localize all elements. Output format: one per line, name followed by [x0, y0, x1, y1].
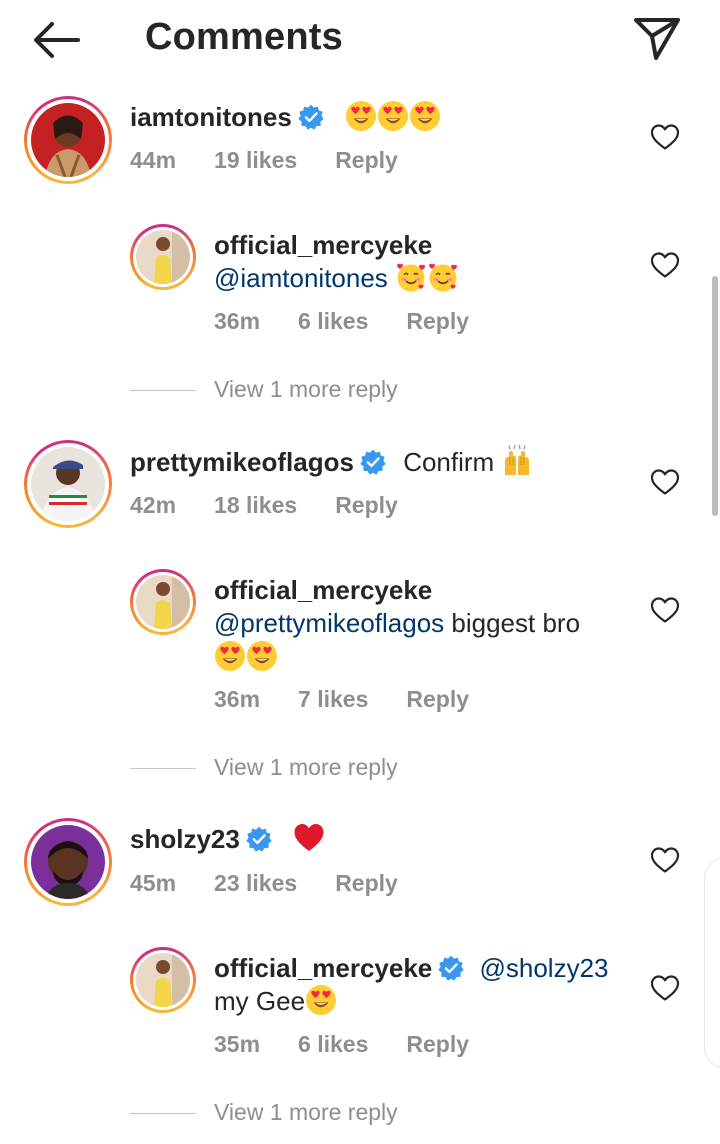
verified-badge-icon	[438, 955, 464, 981]
heart-eyes-emoji	[377, 100, 409, 132]
view-more-label: View 1 more reply	[214, 1099, 398, 1125]
comment-username[interactable]: prettymikeoflagos	[130, 447, 354, 477]
raising-hands-emoji	[501, 445, 533, 477]
comment-body: prettymikeoflagos Confirm	[130, 445, 533, 479]
reply-body: official_mercyeke	[214, 573, 432, 607]
comment-meta: 44m 19 likes Reply	[130, 147, 436, 174]
verified-badge-icon	[298, 104, 324, 130]
scrollbar[interactable]	[712, 276, 718, 516]
reply-time: 35m	[214, 1031, 261, 1057]
like-heart-icon[interactable]	[650, 974, 680, 1002]
avatar[interactable]	[24, 96, 112, 184]
avatar-photo-prettymikeoflagos	[31, 447, 105, 521]
reply-text: @prettymikeoflagos biggest bro	[214, 606, 580, 640]
reply-time: 36m	[214, 686, 261, 712]
reply-body: official_mercyeke	[214, 228, 432, 262]
paper-plane-icon[interactable]	[630, 14, 682, 62]
reply-likes[interactable]: 7 likes	[298, 686, 368, 712]
smiling-face-with-hearts-emoji	[395, 261, 427, 293]
reply-meta: 35m 6 likes Reply	[214, 1031, 507, 1058]
comment-time: 42m	[130, 492, 177, 518]
verified-badge-icon	[360, 449, 386, 475]
avatar[interactable]	[24, 440, 112, 528]
comment-body: sholzy23	[130, 822, 325, 856]
reply-text: @iamtonitones	[214, 261, 459, 295]
comment-time: 44m	[130, 147, 177, 173]
edge-panel-handle[interactable]	[704, 858, 720, 1068]
header-bar: Comments	[0, 0, 720, 80]
heart-eyes-emoji	[305, 984, 337, 1016]
reply-likes[interactable]: 6 likes	[298, 308, 368, 334]
reply-username[interactable]: official_mercyeke	[214, 953, 432, 983]
avatar-photo-sholzy23	[31, 825, 105, 899]
mention-link[interactable]: @iamtonitones	[214, 263, 388, 293]
reply-likes[interactable]: 6 likes	[298, 1031, 368, 1057]
avatar-photo-official-mercyeke	[136, 575, 190, 629]
view-more-label: View 1 more reply	[214, 376, 398, 402]
like-heart-icon[interactable]	[650, 468, 680, 496]
reply-button[interactable]: Reply	[335, 492, 398, 518]
reply-message: biggest bro	[451, 608, 581, 638]
reply-button[interactable]: Reply	[406, 1031, 469, 1057]
reply-emojis	[214, 640, 278, 674]
divider-line	[130, 1113, 196, 1115]
reply-meta: 36m 7 likes Reply	[214, 686, 507, 713]
mention-link[interactable]: @sholzy23	[479, 953, 608, 983]
reply-button[interactable]: Reply	[406, 308, 469, 334]
comment-username[interactable]: sholzy23	[130, 824, 240, 854]
reply-text: my Gee	[214, 984, 337, 1018]
view-more-replies[interactable]: View 1 more reply	[130, 376, 398, 403]
heart-eyes-emoji	[246, 640, 278, 672]
heart-eyes-emoji	[214, 640, 246, 672]
avatar-photo-iamtonitones	[31, 103, 105, 177]
heart-eyes-emoji	[345, 100, 377, 132]
smiling-face-with-hearts-emoji	[427, 261, 459, 293]
comment-likes[interactable]: 23 likes	[214, 870, 297, 896]
comment-text: Confirm	[403, 447, 495, 477]
like-heart-icon[interactable]	[650, 596, 680, 624]
view-more-replies[interactable]: View 1 more reply	[130, 754, 398, 781]
comment-meta: 45m 23 likes Reply	[130, 870, 436, 897]
like-heart-icon[interactable]	[650, 251, 680, 279]
heart-eyes-emoji	[409, 100, 441, 132]
view-more-replies[interactable]: View 1 more reply	[130, 1099, 398, 1126]
avatar[interactable]	[130, 224, 196, 290]
like-heart-icon[interactable]	[650, 846, 680, 874]
comment-username[interactable]: iamtonitones	[130, 102, 292, 132]
comment-body: iamtonitones	[130, 100, 441, 134]
avatar-photo-official-mercyeke	[136, 230, 190, 284]
mention-link[interactable]: @prettymikeoflagos	[214, 608, 444, 638]
reply-message: my Gee	[214, 986, 306, 1016]
page-title: Comments	[145, 16, 343, 58]
divider-line	[130, 390, 196, 392]
reply-username[interactable]: official_mercyeke	[214, 575, 432, 605]
avatar[interactable]	[24, 818, 112, 906]
reply-button[interactable]: Reply	[335, 147, 398, 173]
comment-time: 45m	[130, 870, 177, 896]
reply-button[interactable]: Reply	[406, 686, 469, 712]
avatar-photo-official-mercyeke	[136, 953, 190, 1007]
divider-line	[130, 768, 196, 770]
like-heart-icon[interactable]	[650, 123, 680, 151]
reply-button[interactable]: Reply	[335, 870, 398, 896]
arrow-left-icon[interactable]	[30, 20, 82, 60]
reply-body: official_mercyeke @sholzy23	[214, 951, 609, 985]
comment-likes[interactable]: 18 likes	[214, 492, 297, 518]
reply-time: 36m	[214, 308, 261, 334]
comment-meta: 42m 18 likes Reply	[130, 492, 436, 519]
verified-badge-icon	[246, 826, 272, 852]
reply-username[interactable]: official_mercyeke	[214, 230, 432, 260]
red-heart-emoji	[293, 822, 325, 854]
comment-likes[interactable]: 19 likes	[214, 147, 297, 173]
avatar[interactable]	[130, 947, 196, 1013]
avatar[interactable]	[130, 569, 196, 635]
reply-meta: 36m 6 likes Reply	[214, 308, 507, 335]
view-more-label: View 1 more reply	[214, 754, 398, 780]
